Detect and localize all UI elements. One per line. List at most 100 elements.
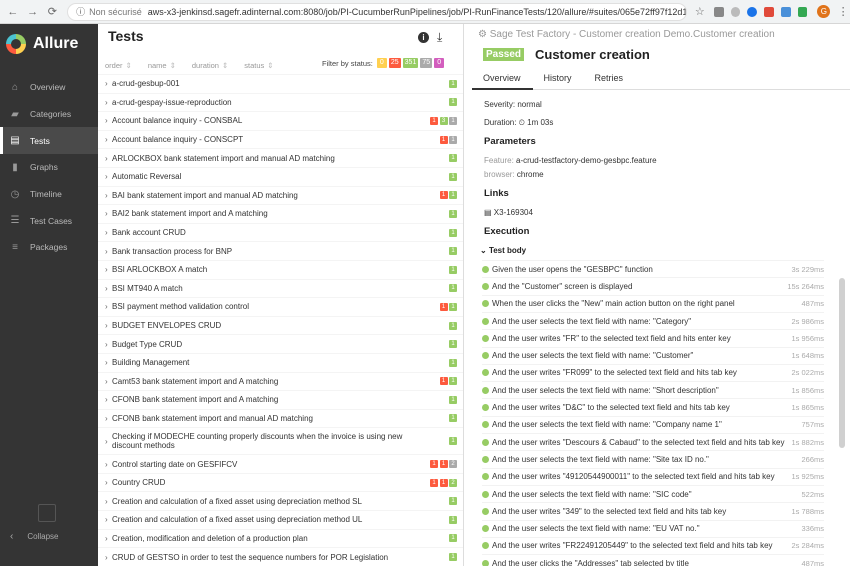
avatar[interactable]: G [817, 5, 831, 18]
extension-icon[interactable] [780, 6, 791, 17]
table-row[interactable]: › Camt53 bank statement import and A matc… [98, 371, 463, 391]
step-row[interactable]: And the user selects the text field with… [482, 484, 824, 502]
reload-icon[interactable]: ⟳ [45, 5, 59, 18]
language-box[interactable] [38, 504, 56, 522]
back-icon[interactable]: ← [6, 6, 20, 18]
step-row[interactable]: And the user selects the text field with… [482, 381, 824, 398]
table-row[interactable]: › Account balance inquiry - CONSBAL 1 3 1 [98, 111, 463, 130]
step-row[interactable]: And the user clicks the "Addresses" tab … [482, 554, 824, 566]
tab-overview[interactable]: Overview [472, 68, 533, 90]
test-body-toggle[interactable]: ⌄ Test body [480, 246, 526, 255]
sort-name[interactable]: name ⇕ [148, 61, 176, 70]
step-duration: 336ms [801, 524, 824, 534]
table-row[interactable]: › a-crud-gesbup-001 1 [98, 74, 463, 93]
sidebar-item-timeline[interactable]: ◷ Timeline [0, 181, 98, 208]
step-row[interactable]: And the user writes "D&C" to the selecte… [482, 398, 824, 415]
table-row[interactable]: › Creation, modification and deletion of … [98, 528, 463, 548]
step-duration: 15s 264ms [787, 281, 824, 291]
step-row[interactable]: And the user writes "Descours & Cabaud" … [482, 433, 824, 450]
download-icon[interactable]: ⤓ [437, 30, 442, 45]
table-row[interactable]: › Bank transaction process for BNP 1 [98, 241, 463, 260]
filter-badge[interactable]: 351 [402, 58, 419, 68]
step-row[interactable]: And the user selects the text field with… [482, 346, 824, 364]
chevron-right-icon: › [105, 436, 108, 446]
step-row[interactable]: And the "Customer" screen is displayed 15… [482, 277, 824, 294]
extension-icon[interactable] [713, 6, 724, 17]
table-row[interactable]: › Checking if MODECHE counting properly d… [98, 427, 463, 454]
table-row[interactable]: › ARLOCKBOX bank statement import and man… [98, 148, 463, 167]
address-bar[interactable]: ⓘ Non sécurisé aws-x3-jenkinsd.sagefr.ad… [67, 2, 687, 21]
step-row[interactable]: And the user writes "349" to the selecte… [482, 502, 824, 519]
step-row[interactable]: And the user writes "49120544900011" to … [482, 467, 824, 485]
table-row[interactable]: › Country CRUD 1 1 2 [98, 472, 463, 492]
tab-retries[interactable]: Retries [584, 68, 636, 90]
table-row[interactable]: › BSI ARLOCKBOX A match 1 [98, 259, 463, 279]
sidebar-item-overview[interactable]: ⌂ Overview [0, 74, 98, 101]
chevron-right-icon: › [105, 265, 108, 275]
sidebar-item-test-cases[interactable]: ☰ Test Cases [0, 207, 98, 234]
sidebar-item-tests[interactable]: ▤ Tests [0, 127, 98, 155]
filter-badge[interactable]: 75 [420, 58, 433, 68]
info-icon[interactable]: i [418, 32, 429, 43]
step-row[interactable]: And the user selects the text field with… [482, 519, 824, 537]
step-row[interactable]: Given the user opens the "GESBPC" functi… [482, 260, 824, 277]
step-row[interactable]: And the user writes "FR" to the selected… [482, 329, 824, 346]
table-row[interactable]: › BSI payment method validation control 1 1 [98, 297, 463, 316]
sidebar-item-categories[interactable]: ▰ Categories [0, 101, 98, 128]
sidebar-item-packages[interactable]: ≡ Packages [0, 234, 98, 261]
table-row[interactable]: › CRUD of GESTSO in order to test the seq… [98, 547, 463, 566]
table-row[interactable]: › BUDGET ENVELOPES CRUD 1 [98, 315, 463, 335]
menu-icon[interactable]: ⋮ [836, 5, 850, 18]
table-row[interactable]: › a-crud-gespay-issue-reproduction 1 [98, 92, 463, 112]
step-row[interactable]: And the user selects the text field with… [482, 311, 824, 329]
sort-duration[interactable]: duration ⇕ [192, 61, 228, 70]
sidebar-item-label: Graphs [30, 162, 58, 173]
extension-icon[interactable] [730, 6, 741, 17]
app-logo[interactable]: Allure [0, 24, 98, 64]
scrollbar[interactable] [839, 278, 845, 448]
star-icon[interactable]: ☆ [693, 5, 707, 18]
nav-icon: ⌂ [11, 81, 19, 93]
step-row[interactable]: And the user writes "FR099" to the selec… [482, 363, 824, 381]
table-row[interactable]: › Budget Type CRUD 1 [98, 334, 463, 353]
table-row[interactable]: › Control starting date on GESFIFCV 1 1 2 [98, 454, 463, 473]
step-row[interactable]: When the user clicks the "New" main acti… [482, 294, 824, 312]
collapse-button[interactable]: ‹ Collapse [0, 531, 58, 542]
sort-order[interactable]: order ⇕ [105, 61, 132, 70]
table-row[interactable]: › BAI2 bank statement import and A matchi… [98, 204, 463, 223]
filter-badge[interactable]: 0 [434, 58, 445, 68]
table-row[interactable]: › CFONB bank statement import and A match… [98, 390, 463, 409]
step-row[interactable]: And the user selects the text field with… [482, 450, 824, 467]
extension-icon[interactable] [747, 6, 758, 17]
count-badge: 1 [449, 395, 457, 404]
table-row[interactable]: › BAI bank statement import and manual AD… [98, 185, 463, 205]
link-item[interactable]: ▤ X3-169304 [484, 208, 533, 217]
tab-history[interactable]: History [533, 68, 584, 90]
extension-icon[interactable] [797, 6, 808, 17]
gear-icon: ⚙ [478, 29, 490, 40]
table-row[interactable]: › BSI MT940 A match 1 [98, 278, 463, 298]
table-row[interactable]: › Creation and calculation of a fixed ass… [98, 510, 463, 529]
sort-status[interactable]: status ⇕ [244, 61, 273, 70]
status-badges: 1 [448, 395, 457, 404]
filter-badge[interactable]: 25 [388, 58, 401, 68]
nav-icon: ☰ [10, 215, 20, 227]
table-row[interactable]: › Bank account CRUD 1 [98, 222, 463, 242]
sidebar: Allure ⌂ Overview ▰ Categories ▤ Tests ▮ Graphs… [0, 24, 98, 566]
table-row[interactable]: › Automatic Reversal 1 [98, 166, 463, 186]
check-circle-icon [482, 265, 489, 273]
table-row[interactable]: › Creation and calculation of a fixed ass… [98, 491, 463, 510]
step-row[interactable]: And the user writes "FR22491205449" to t… [482, 536, 824, 554]
extension-icon[interactable] [764, 6, 774, 17]
table-row[interactable]: › Building Management 1 [98, 352, 463, 372]
filter-badge[interactable]: 0 [376, 58, 387, 68]
step-duration: 1s 865ms [791, 403, 824, 413]
severity-text: Severity: normal [484, 100, 542, 109]
step-row[interactable]: And the user selects the text field with… [482, 415, 824, 433]
status-badges: 11 [438, 191, 457, 200]
links-title: Links [484, 188, 509, 199]
forward-icon[interactable]: → [26, 6, 40, 18]
table-row[interactable]: › CFONB bank statement import and manual … [98, 408, 463, 428]
sidebar-item-graphs[interactable]: ▮ Graphs [0, 154, 98, 181]
table-row[interactable]: › Account balance inquiry - CONSCPT 1 1 [98, 129, 463, 149]
